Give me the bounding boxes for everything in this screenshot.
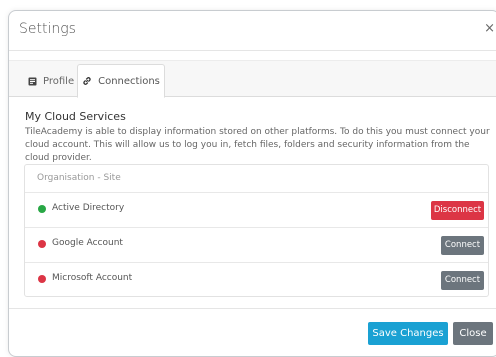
id-card-icon <box>28 77 37 86</box>
footer-divider <box>9 308 496 309</box>
section-description: TileAcademy is able to display informati… <box>25 127 490 163</box>
service-row-active-directory: Active Directory Disconnect <box>25 193 488 228</box>
service-row-microsoft: Microsoft Account Connect <box>25 263 488 297</box>
section-title: My Cloud Services <box>25 110 126 123</box>
service-name: Active Directory <box>52 203 125 213</box>
modal-title: Settings <box>19 21 76 37</box>
close-icon[interactable]: × <box>484 21 495 36</box>
tab-profile[interactable]: Profile <box>28 67 74 95</box>
status-dot-icon <box>38 205 46 213</box>
connect-microsoft-button[interactable]: Connect <box>441 271 484 290</box>
service-name: Microsoft Account <box>52 273 133 283</box>
tab-connections[interactable]: Connections <box>77 64 165 98</box>
connect-google-button[interactable]: Connect <box>441 236 484 255</box>
tab-profile-label: Profile <box>43 75 75 87</box>
table-header: Organisation - Site <box>25 165 488 193</box>
modal-header: Settings × <box>9 11 496 51</box>
disconnect-button[interactable]: Disconnect <box>431 201 484 220</box>
status-dot-icon <box>38 240 46 248</box>
settings-modal: Settings × Profile Connections My Cloud … <box>8 10 496 357</box>
close-button[interactable]: Close <box>453 322 493 345</box>
save-changes-button[interactable]: Save Changes <box>368 322 448 345</box>
tab-bar: Profile Connections <box>9 60 496 98</box>
tab-connections-label: Connections <box>98 75 160 87</box>
cloud-services-table: Organisation - Site Active Directory Dis… <box>24 164 489 297</box>
link-icon <box>82 76 92 86</box>
status-dot-icon <box>38 275 46 283</box>
service-row-google: Google Account Connect <box>25 228 488 263</box>
service-name: Google Account <box>52 238 123 248</box>
